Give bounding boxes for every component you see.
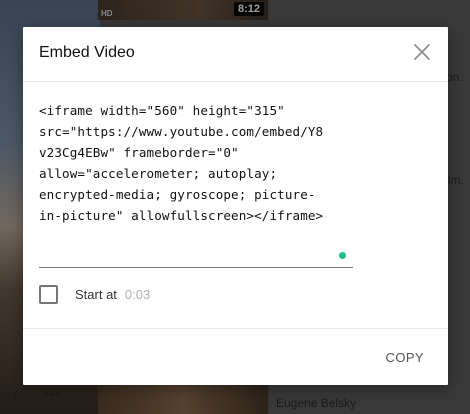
embed-code-line: allow="accelerometer; autoplay; [39, 166, 278, 181]
embed-code-line: <iframe width="560" height="315" [39, 103, 285, 118]
dialog-footer: COPY [23, 328, 448, 385]
embed-code-line: v23Cg4EBw" frameborder="0" [39, 145, 239, 160]
start-at-label: Start at [75, 287, 117, 302]
start-at-row: Start at 0:03 [39, 285, 150, 304]
textarea-underline [39, 267, 353, 268]
embed-code-textarea[interactable]: <iframe width="560" height="315" src="ht… [39, 100, 353, 226]
embed-code-line: encrypted-media; gyroscope; picture- [39, 187, 316, 202]
embed-code-line: src="https://www.youtube.com/embed/Y8 [39, 124, 324, 139]
start-at-checkbox[interactable] [39, 285, 58, 304]
copy-button[interactable]: COPY [386, 350, 424, 365]
dialog-title: Embed Video [39, 44, 135, 61]
embed-video-dialog: Embed Video <iframe width="560" height="… [23, 27, 448, 385]
start-at-time-input[interactable]: 0:03 [125, 287, 150, 302]
textarea-focus-dot [339, 252, 346, 259]
dialog-header: Embed Video [23, 27, 448, 82]
embed-code-line: in-picture" allowfullscreen></iframe> [39, 208, 324, 223]
close-icon[interactable] [410, 40, 434, 64]
